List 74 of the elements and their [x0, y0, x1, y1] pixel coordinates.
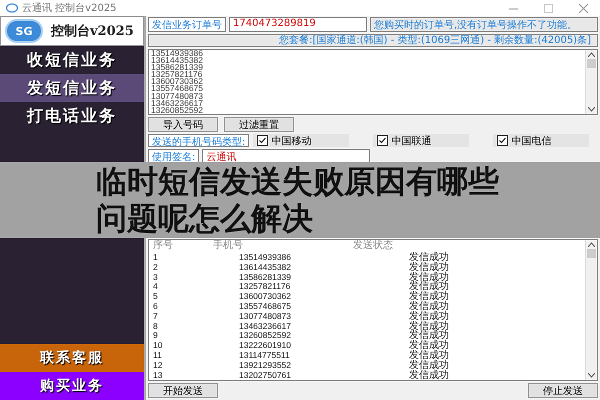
- column-header: 发送状态: [352, 240, 394, 252]
- scrollbar-thumb[interactable]: [587, 59, 596, 68]
- column-header: 手机号: [212, 240, 244, 252]
- column-header: 序号: [152, 240, 174, 252]
- toolbar-button[interactable]: 过滤重置: [224, 117, 294, 132]
- table-cell-text: 13586281339: [238, 272, 292, 282]
- table-cell-text: 13257821176: [238, 282, 292, 292]
- table-cell-text: 13614435382: [238, 262, 292, 273]
- table-cell-text: 13600730362: [238, 292, 292, 302]
- checkbox[interactable]: [497, 135, 508, 146]
- table-cell-text: 10: [152, 341, 164, 351]
- table-cell-text: 8: [152, 322, 159, 332]
- toolbar-button[interactable]: 导入号码: [148, 117, 218, 132]
- table-cell-text: 2: [152, 262, 159, 273]
- signature-field[interactable]: 云通讯: [202, 149, 370, 162]
- table-cell-text: 4: [152, 282, 159, 292]
- article-title: 临时短信发送失败原因有哪些问题呢怎么解决: [96, 164, 500, 238]
- table-cell-text: 发信成功: [408, 272, 450, 282]
- phone-numbers-field[interactable]: 13514939386 13614435382 13586281339 13257821176 13600730362 13557468675 13077480873 13463236617 13260852592: [148, 49, 598, 115]
- sidebar-menu-item[interactable]: 发短信业务: [0, 74, 144, 102]
- scroll-up-icon[interactable]: [588, 52, 595, 57]
- action-button[interactable]: 停止发送: [528, 383, 598, 398]
- carrier-type-label: 发送的手机号码类型:: [148, 134, 250, 147]
- scroll-down-icon[interactable]: [588, 373, 595, 378]
- sidebar-action-button[interactable]: 购买业务: [0, 372, 144, 400]
- order-hint: 您购买时的订单号,没有订单号操作不了功能。: [370, 17, 598, 32]
- scrollbar-thumb[interactable]: [587, 249, 596, 258]
- table-cell-text: 发信成功: [408, 262, 450, 273]
- table-cell-text: 3: [152, 272, 159, 282]
- logo-text: 控制台v2025: [51, 23, 134, 40]
- table-cell-text: 发信成功: [408, 341, 450, 351]
- table-cell-text: 13514939386: [238, 253, 292, 263]
- table-cell-text: 13114775511: [238, 350, 291, 361]
- scrollbar[interactable]: [585, 240, 597, 380]
- table-cell-text: 发信成功: [408, 370, 450, 380]
- table-cell-text: 13557468675: [238, 302, 292, 312]
- table-cell-text: 发信成功: [408, 360, 450, 371]
- table-cell-text: 发信成功: [408, 253, 450, 263]
- table-cell-text: 13: [152, 370, 164, 380]
- table-cell-text: 发信成功: [408, 312, 450, 322]
- table-cell-text: 发信成功: [408, 322, 450, 332]
- logo-badge: SG: [5, 19, 43, 43]
- checkbox-label: 中国联通: [391, 134, 432, 148]
- table-cell-text: 6: [152, 302, 159, 312]
- order-number-field[interactable]: 1740473289819: [229, 17, 367, 32]
- table-cell-text: 1: [152, 253, 159, 263]
- table-cell-text: 11: [152, 350, 163, 361]
- window-title: 云通讯 控制台v2025: [22, 2, 118, 15]
- scroll-up-icon[interactable]: [588, 242, 595, 247]
- table-cell-text: 13921293552: [238, 360, 292, 371]
- checkbox-label: 中国电信: [511, 134, 552, 148]
- table-cell-text: 发信成功: [408, 302, 450, 312]
- checkbox[interactable]: [257, 135, 268, 146]
- table-cell-text: 9: [152, 331, 159, 342]
- table-cell-text: 5: [152, 292, 159, 302]
- table-cell-text: 发信成功: [408, 292, 450, 302]
- close-icon[interactable]: [579, 4, 588, 12]
- table-cell-text: 13463236617: [238, 322, 292, 332]
- scrollbar[interactable]: [585, 50, 597, 114]
- package-info: 您套餐:[国家通道:(韩国) - 类型:(1069三网通) - 剩余数量:(42005)条]: [148, 34, 598, 47]
- table-cell-text: 13202750761: [238, 370, 292, 380]
- sidebar-action-button[interactable]: 联系客服: [0, 344, 144, 372]
- table-cell-text: 13077480873: [238, 312, 292, 322]
- table-cell-text: 13222601910: [238, 341, 292, 351]
- table-cell-text: 12: [152, 360, 164, 371]
- table-cell-text: 7: [152, 312, 159, 322]
- table-cell-text: 发信成功: [408, 350, 450, 361]
- table-cell-text: 13260852592: [238, 331, 292, 342]
- scroll-down-icon[interactable]: [588, 107, 595, 112]
- checkbox-label: 中国移动: [271, 134, 312, 148]
- action-button[interactable]: 开始发送: [148, 383, 218, 398]
- checkbox[interactable]: [377, 135, 388, 146]
- order-label: 发信业务订单号: [148, 17, 226, 32]
- signature-label: 使用签名:: [148, 149, 200, 162]
